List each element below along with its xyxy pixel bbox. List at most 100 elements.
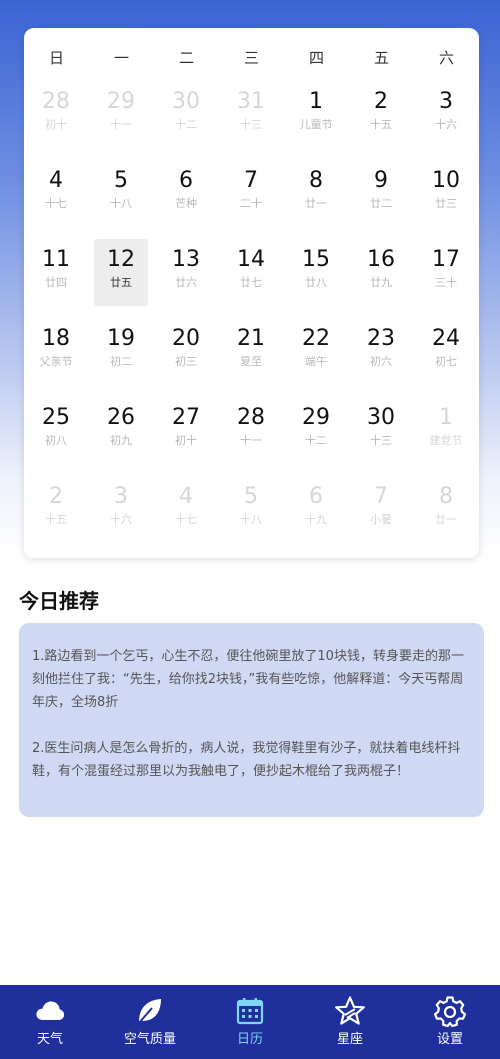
- weekday-tue: 二: [178, 49, 194, 67]
- day-number: 28: [42, 89, 70, 114]
- lunar-date: 十五: [45, 513, 67, 526]
- calendar-day[interactable]: 14 廿七: [224, 239, 278, 306]
- lunar-date: 廿九: [370, 276, 392, 289]
- calendar-day[interactable]: 11 廿四: [29, 239, 83, 306]
- lunar-date: 初三: [175, 355, 197, 368]
- calendar-day[interactable]: 7 二十: [224, 160, 278, 227]
- weekday-header: 日 一 二 三 四 五 六: [24, 46, 479, 70]
- calendar-day[interactable]: 3 十六: [419, 81, 473, 148]
- nav-item-settings[interactable]: 设置: [400, 985, 500, 1059]
- day-number: 4: [49, 168, 63, 193]
- nav-item-zodiac[interactable]: 星座: [300, 985, 400, 1059]
- day-number: 7: [244, 168, 258, 193]
- day-number: 24: [432, 326, 460, 351]
- calendar-day[interactable]: 29 十一: [94, 81, 148, 148]
- day-number: 23: [367, 326, 395, 351]
- calendar-day[interactable]: 8 廿一: [289, 160, 343, 227]
- calendar-day-today[interactable]: 12 廿五: [94, 239, 148, 306]
- calendar-day[interactable]: 28 十一: [224, 397, 278, 464]
- star-icon: [335, 996, 365, 1025]
- calendar-day[interactable]: 10 廿三: [419, 160, 473, 227]
- day-number: 16: [367, 247, 395, 272]
- calendar-day[interactable]: 1 儿童节: [289, 81, 343, 148]
- lunar-date: 十三: [370, 434, 392, 447]
- lunar-date: 初十: [175, 434, 197, 447]
- calendar-day[interactable]: 2 十五: [354, 81, 408, 148]
- recommend-title: 今日推荐: [19, 589, 99, 613]
- calendar-day[interactable]: 21 夏至: [224, 318, 278, 385]
- calendar-day[interactable]: 30 十三: [354, 397, 408, 464]
- lunar-date: 建党节: [429, 434, 463, 447]
- calendar-day[interactable]: 19 初二: [94, 318, 148, 385]
- calendar-day[interactable]: 16 廿九: [354, 239, 408, 306]
- nav-label-zodiac: 星座: [336, 1032, 363, 1047]
- lunar-date: 芒种: [175, 197, 197, 210]
- lunar-date: 三十: [435, 276, 457, 289]
- calendar-day[interactable]: 25 初八: [29, 397, 83, 464]
- day-number: 27: [172, 405, 200, 430]
- lunar-date: 十二: [305, 434, 327, 447]
- calendar-day[interactable]: 17 三十: [419, 239, 473, 306]
- lunar-date: 十一: [110, 118, 132, 131]
- lunar-date: 初七: [435, 355, 457, 368]
- weekday-fri: 五: [373, 49, 389, 67]
- lunar-date: 初十: [45, 118, 67, 131]
- lunar-date: 十六: [110, 513, 132, 526]
- calendar-day[interactable]: 30 十二: [159, 81, 213, 148]
- lunar-date: 十八: [110, 197, 132, 210]
- calendar-day[interactable]: 31 十三: [224, 81, 278, 148]
- day-number: 19: [107, 326, 135, 351]
- calendar-day[interactable]: 22 端午: [289, 318, 343, 385]
- day-number: 25: [42, 405, 70, 430]
- lunar-date: 夏至: [240, 355, 262, 368]
- lunar-date: 十八: [240, 513, 262, 526]
- nav-item-calendar[interactable]: 日历: [200, 985, 300, 1059]
- calendar-day[interactable]: 9 廿二: [354, 160, 408, 227]
- lunar-date: 十五: [370, 118, 392, 131]
- calendar-day[interactable]: 5 十八: [224, 476, 278, 543]
- calendar-day[interactable]: 29 十二: [289, 397, 343, 464]
- calendar-day[interactable]: 4 十七: [29, 160, 83, 227]
- calendar-day[interactable]: 28 初十: [29, 81, 83, 148]
- nav-item-weather[interactable]: 天气: [0, 985, 100, 1059]
- calendar-day[interactable]: 7 小暑: [354, 476, 408, 543]
- calendar-day[interactable]: 20 初三: [159, 318, 213, 385]
- calendar-day[interactable]: 3 十六: [94, 476, 148, 543]
- calendar-card: 日 一 二 三 四 五 六 28 初十 29 十一 30 十二 31 十三 1 儿童节 2 十五 3 十六…: [24, 28, 479, 558]
- gear-icon: [434, 996, 466, 1027]
- lunar-date: 初八: [45, 434, 67, 447]
- day-number: 30: [367, 405, 395, 430]
- leaf-icon: [138, 999, 161, 1024]
- calendar-day[interactable]: 27 初十: [159, 397, 213, 464]
- lunar-date: 廿四: [45, 276, 67, 289]
- calendar-icon: [236, 998, 264, 1025]
- calendar-day[interactable]: 4 十七: [159, 476, 213, 543]
- day-number: 20: [172, 326, 200, 351]
- calendar-day[interactable]: 6 十九: [289, 476, 343, 543]
- weekday-thu: 四: [308, 49, 324, 67]
- lunar-date: 廿二: [370, 197, 392, 210]
- day-number: 29: [107, 89, 135, 114]
- calendar-day[interactable]: 6 芒种: [159, 160, 213, 227]
- calendar-day[interactable]: 23 初六: [354, 318, 408, 385]
- day-number: 8: [309, 168, 323, 193]
- calendar-day[interactable]: 2 十五: [29, 476, 83, 543]
- lunar-date: 廿五: [110, 276, 132, 289]
- nav-label-calendar: 日历: [236, 1032, 263, 1047]
- calendar-day[interactable]: 1 建党节: [419, 397, 473, 464]
- calendar-day[interactable]: 24 初七: [419, 318, 473, 385]
- calendar-day[interactable]: 8 廿一: [419, 476, 473, 543]
- lunar-date: 小暑: [370, 513, 392, 526]
- lunar-date: 廿七: [240, 276, 262, 289]
- day-number: 6: [179, 168, 193, 193]
- weekday-mon: 一: [113, 49, 129, 67]
- calendar-day[interactable]: 13 廿六: [159, 239, 213, 306]
- calendar-day[interactable]: 26 初九: [94, 397, 148, 464]
- calendar-day[interactable]: 5 十八: [94, 160, 148, 227]
- nav-item-air-quality[interactable]: 空气质量: [100, 985, 200, 1059]
- calendar-day[interactable]: 15 廿八: [289, 239, 343, 306]
- calendar-day[interactable]: 18 父亲节: [29, 318, 83, 385]
- lunar-date: 十七: [45, 197, 67, 210]
- cloud-icon: [36, 1001, 65, 1020]
- lunar-date: 端午: [305, 355, 327, 368]
